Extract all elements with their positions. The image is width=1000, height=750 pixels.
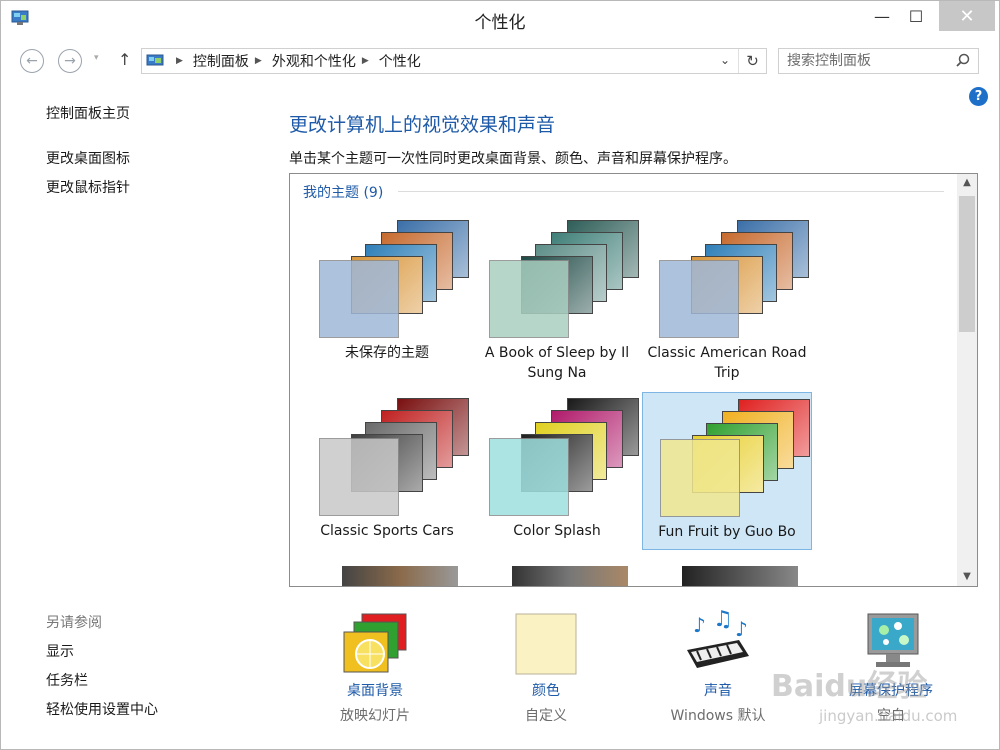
- address-bar[interactable]: ▶ 控制面板 ▶ 外观和个性化 ▶ 个性化 ⌄ ↻: [141, 48, 767, 74]
- breadcrumb-separator[interactable]: ▶: [255, 56, 262, 66]
- navigation-bar: ← → ▾ ↑ ▶ 控制面板 ▶ 外观和个性化 ▶ 个性化 ⌄ ↻: [1, 41, 999, 81]
- theme-thumbnail: [319, 398, 469, 518]
- setting-value: Windows 默认: [670, 708, 766, 724]
- desktop-background-icon: [343, 613, 407, 673]
- my-themes-group-title[interactable]: 我的主题 (9): [303, 182, 383, 202]
- svg-text:♫: ♫: [713, 610, 733, 632]
- breadcrumb-personalization[interactable]: 个性化: [379, 51, 421, 71]
- theme-window-color: [489, 438, 569, 516]
- sound-piano-icon: ♪ ♫ ♪: [687, 610, 749, 668]
- theme-window-color: [319, 260, 399, 338]
- theme-window-color: [319, 438, 399, 516]
- sidebar-change-mouse-pointers[interactable]: 更改鼠标指针: [46, 177, 130, 197]
- themes-list[interactable]: 我的主题 (9) 未保存的主题 A Book of Sleep by Il Sun…: [289, 173, 978, 587]
- breadcrumb-separator[interactable]: ▶: [362, 56, 369, 66]
- theme-tile[interactable]: 未保存的主题: [302, 214, 472, 372]
- desktop-background-setting[interactable]: 桌面背景 放映幻灯片: [305, 608, 445, 728]
- scroll-thumb[interactable]: [959, 196, 975, 332]
- search-input[interactable]: [779, 49, 949, 73]
- theme-tile[interactable]: Classic Sports Cars: [302, 392, 472, 550]
- theme-thumbnail: [659, 220, 809, 340]
- theme-name: Classic Sports Cars: [320, 523, 454, 539]
- theme-name: A Book of Sleep by Il Sung Na: [484, 345, 630, 381]
- theme-thumbnail: [489, 398, 639, 518]
- setting-value: 放映幻灯片: [340, 708, 410, 724]
- theme-window-color: [660, 439, 740, 517]
- forward-button[interactable]: →: [58, 49, 82, 73]
- search-icon[interactable]: [956, 53, 970, 71]
- sidebar-home-link[interactable]: 控制面板主页: [46, 103, 130, 123]
- breadcrumb-appearance[interactable]: 外观和个性化: [272, 51, 356, 71]
- themes-scrollbar[interactable]: ▲ ▼: [957, 174, 977, 586]
- theme-name: Classic American Road Trip: [647, 345, 807, 381]
- page-heading: 更改计算机上的视觉效果和声音: [289, 114, 556, 136]
- sound-setting[interactable]: ♪ ♫ ♪ 声音 Windows 默认: [648, 608, 788, 728]
- recent-locations-icon[interactable]: ▾: [94, 53, 99, 63]
- setting-name[interactable]: 桌面背景: [305, 680, 445, 700]
- control-panel-icon: [146, 54, 164, 66]
- theme-thumbnail: [660, 399, 810, 519]
- baidu-watermark-url: jingyan.baidu.com: [819, 707, 958, 725]
- theme-thumbnail: [489, 220, 639, 340]
- color-setting[interactable]: 颜色 自定义: [476, 608, 616, 728]
- theme-tile[interactable]: Fun Fruit by Guo Bo: [642, 392, 812, 550]
- address-history-icon[interactable]: ⌄: [720, 53, 730, 67]
- close-button[interactable]: ✕: [939, 1, 995, 31]
- scroll-down-button[interactable]: ▼: [957, 568, 977, 586]
- theme-thumbnail-partial[interactable]: [342, 566, 458, 586]
- window-title: 个性化: [474, 13, 526, 33]
- maximize-button[interactable]: ☐: [899, 1, 933, 31]
- personalization-window: 个性化 — ☐ ✕ ← → ▾ ↑ ▶ 控制面板 ▶ 外观和个性化 ▶ 个性化 …: [0, 0, 1000, 750]
- color-swatch-icon: [515, 613, 577, 675]
- theme-tile[interactable]: A Book of Sleep by Il Sung Na: [472, 214, 642, 381]
- setting-value: 自定义: [525, 708, 567, 724]
- see-also-display[interactable]: 显示: [46, 641, 74, 661]
- search-box[interactable]: [778, 48, 979, 74]
- group-divider: [398, 191, 944, 192]
- theme-thumbnail-partial[interactable]: [512, 566, 628, 586]
- theme-tile[interactable]: Classic American Road Trip: [642, 214, 812, 381]
- title-bar: 个性化 — ☐ ✕: [1, 1, 999, 39]
- setting-name[interactable]: 颜色: [476, 680, 616, 700]
- setting-name[interactable]: 声音: [648, 680, 788, 700]
- theme-tile[interactable]: Color Splash: [472, 392, 642, 550]
- theme-name: Color Splash: [513, 523, 601, 539]
- theme-window-color: [489, 260, 569, 338]
- see-also-ease-of-access[interactable]: 轻松使用设置中心: [46, 699, 158, 719]
- svg-text:♪: ♪: [735, 617, 748, 641]
- up-button[interactable]: ↑: [118, 50, 131, 69]
- minimize-button[interactable]: —: [865, 1, 899, 31]
- theme-name: 未保存的主题: [345, 345, 429, 361]
- breadcrumb-control-panel[interactable]: 控制面板: [193, 51, 249, 71]
- see-also-heading: 另请参阅: [46, 615, 102, 631]
- help-icon[interactable]: ?: [969, 87, 988, 106]
- refresh-button[interactable]: ↻: [738, 49, 766, 73]
- theme-thumbnail: [319, 220, 469, 340]
- page-description: 单击某个主题可一次性同时更改桌面背景、颜色、声音和屏幕保护程序。: [289, 151, 737, 167]
- sidebar-change-desktop-icons[interactable]: 更改桌面图标: [46, 148, 130, 168]
- theme-window-color: [659, 260, 739, 338]
- theme-thumbnail-partial[interactable]: [682, 566, 798, 586]
- see-also-taskbar[interactable]: 任务栏: [46, 670, 88, 690]
- theme-name: Fun Fruit by Guo Bo: [658, 524, 796, 540]
- breadcrumb-separator: ▶: [176, 56, 183, 66]
- scroll-up-button[interactable]: ▲: [957, 174, 977, 192]
- svg-text:♪: ♪: [693, 613, 706, 637]
- back-button[interactable]: ←: [20, 49, 44, 73]
- baidu-watermark: Baidu经验: [771, 669, 928, 704]
